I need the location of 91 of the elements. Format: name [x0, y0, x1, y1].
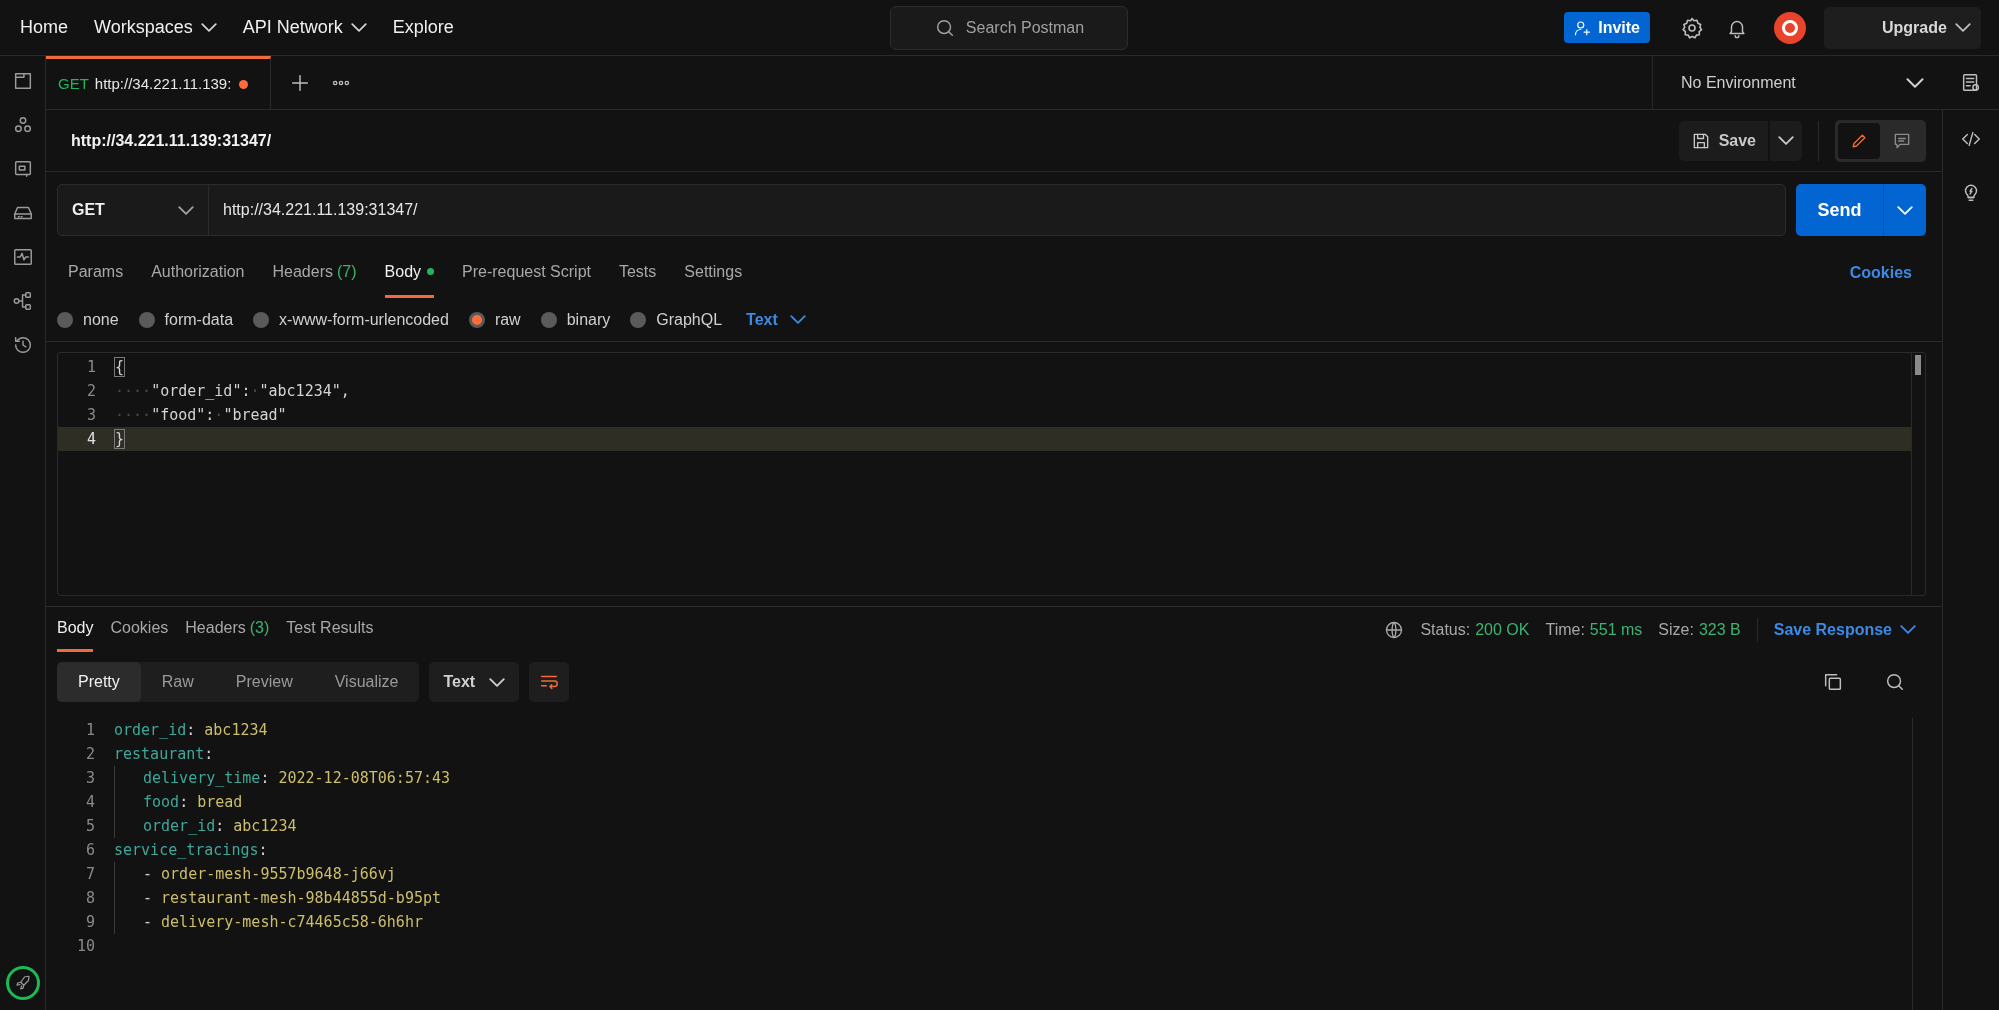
avatar-icon[interactable]: [1774, 11, 1806, 44]
line-number: 2: [85, 380, 96, 402]
line-number: 5: [84, 815, 95, 837]
save-response-dropdown[interactable]: Save Response: [1773, 617, 1916, 642]
line-number: 10: [75, 935, 95, 957]
stat-value: 200 OK: [1475, 619, 1530, 640]
radio-option[interactable]: x-www-form-urlencoded: [253, 307, 449, 332]
cookies-link[interactable]: Cookies: [1849, 248, 1912, 298]
line-number: 6: [84, 839, 95, 861]
stat-value: 551 ms: [1589, 619, 1643, 640]
search-icon[interactable]: [1884, 671, 1906, 693]
stat-label: Size:: [1658, 619, 1694, 640]
nav-menu-item[interactable]: Explore: [392, 14, 454, 41]
scrollbar-thumb[interactable]: [1915, 355, 1921, 375]
line-number: 2: [84, 743, 95, 765]
format-dropdown[interactable]: Text: [746, 307, 806, 332]
line-number: 3: [85, 404, 96, 426]
radio-option[interactable]: form-data: [138, 307, 234, 332]
request-tab[interactable]: Body: [384, 248, 435, 298]
chevron-down-icon: [789, 315, 806, 324]
globe-icon[interactable]: [1384, 619, 1405, 640]
code-line: order_id: abc1234: [114, 719, 268, 741]
view-mode-tab[interactable]: Preview: [214, 662, 314, 702]
code-line: - order-mesh-9557b9648-j66vj: [143, 863, 396, 885]
request-tab[interactable]: Headers (7): [272, 248, 357, 298]
response-tab[interactable]: Headers (3): [185, 607, 270, 652]
code-line: {: [115, 356, 125, 378]
code-line: ····"food":·"bread": [115, 404, 287, 426]
response-tab[interactable]: Body: [57, 607, 94, 652]
request-tab[interactable]: Pre-request Script: [462, 248, 591, 298]
save-button[interactable]: Save: [1678, 120, 1768, 161]
line-number: 4: [84, 791, 95, 813]
line-number: 4: [85, 428, 96, 450]
request-name: http://34.221.11.139:31347/: [71, 130, 272, 151]
chevron-down-icon: [489, 677, 506, 687]
code-line: - delivery-mesh-c74465c58-6h6hr: [143, 911, 423, 933]
code-line: order_id: abc1234: [143, 815, 297, 837]
request-tab[interactable]: GET http://34.221.11.139:: [46, 56, 271, 109]
radio-option[interactable]: binary: [540, 307, 611, 332]
stat-label: Status:: [1420, 619, 1471, 640]
request-body-editor[interactable]: 1 { 2 ····"order_id":·"abc1234", 3 ····"food":·"bread" 4 }: [57, 352, 1926, 596]
upgrade-button[interactable]: Upgrade: [1824, 6, 1981, 49]
response-tab[interactable]: Test Results: [286, 607, 374, 652]
code-line: delivery_time: 2022-12-08T06:57:43: [143, 767, 451, 789]
rocket-icon: [14, 974, 32, 992]
view-mode-tab[interactable]: Visualize: [313, 662, 420, 702]
line-number: 7: [84, 863, 95, 885]
line-number: 9: [84, 911, 95, 933]
view-mode-tab[interactable]: Pretty: [57, 662, 141, 702]
stat-value: 323 B: [1698, 619, 1741, 640]
chevron-down-icon: [1897, 205, 1913, 215]
chevron-down-icon: [1900, 625, 1916, 634]
nav-menu-item[interactable]: Home: [20, 14, 68, 41]
invite-button[interactable]: Invite: [1564, 12, 1650, 43]
add-user-icon: [1574, 18, 1593, 37]
stat-label: Time:: [1545, 619, 1585, 640]
request-tab[interactable]: Authorization: [151, 248, 245, 298]
request-tab[interactable]: Params: [68, 248, 124, 298]
code-line: ····"order_id":·"abc1234",: [115, 380, 350, 402]
chevron-down-icon: [200, 23, 217, 32]
nav-menu-item[interactable]: Workspaces: [94, 14, 217, 41]
radio-option[interactable]: GraphQL: [630, 307, 723, 332]
response-tab[interactable]: Cookies: [110, 607, 169, 652]
code-line: service_tracings:: [114, 839, 268, 861]
view-mode-tab[interactable]: Raw: [140, 662, 215, 702]
line-number: 1: [84, 719, 95, 741]
search-field[interactable]: Search Postman: [890, 5, 1128, 50]
response-format-dropdown[interactable]: Text: [429, 662, 520, 702]
chevron-down-icon: [1778, 136, 1794, 145]
radio-option[interactable]: raw: [468, 307, 521, 332]
wrap-lines-button[interactable]: [529, 662, 570, 702]
request-tab[interactable]: Settings: [684, 248, 743, 298]
chevron-down-icon: [1955, 23, 1971, 32]
radio-option[interactable]: none: [57, 307, 119, 332]
code-line: food: bread: [143, 791, 243, 813]
mode-toggle-option[interactable]: [1838, 122, 1880, 159]
chevron-down-icon: [1906, 77, 1924, 88]
copy-icon[interactable]: [1822, 671, 1844, 693]
save-options-button[interactable]: [1770, 120, 1802, 161]
line-number: 1: [85, 356, 96, 378]
request-tab[interactable]: Tests: [618, 248, 657, 298]
nav-menu-item[interactable]: API Network: [242, 14, 367, 41]
settings-icon[interactable]: [1680, 15, 1704, 40]
line-number: 3: [84, 767, 95, 789]
code-line: restaurant:: [114, 743, 214, 765]
code-line: }: [115, 428, 125, 450]
code-line: - restaurant-mesh-98b44855d-b95pt: [143, 887, 441, 909]
bootcamp-rocket-icon[interactable]: [6, 966, 40, 1000]
chevron-down-icon: [350, 23, 367, 32]
line-number: 8: [84, 887, 95, 909]
environment-selector[interactable]: No Environment: [1652, 56, 1942, 109]
